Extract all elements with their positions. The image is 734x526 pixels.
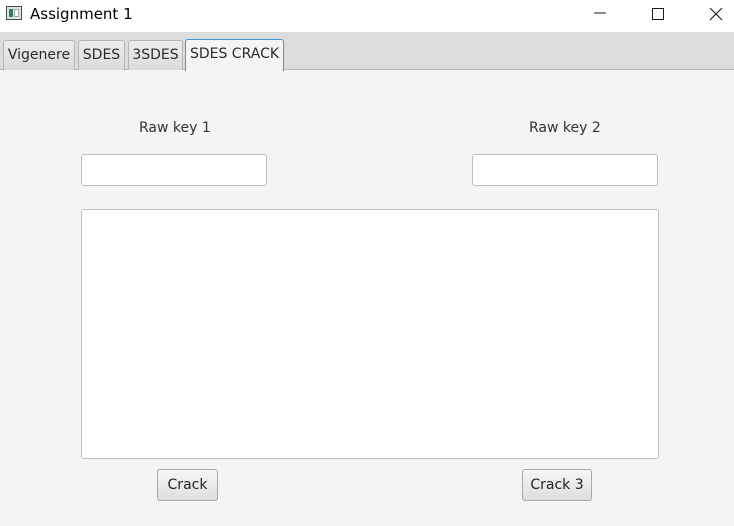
crack-button[interactable]: Crack	[157, 469, 218, 501]
title-bar: Assignment 1	[0, 0, 734, 32]
raw-key-2-input[interactable]	[472, 154, 658, 186]
maximize-icon	[652, 8, 664, 20]
tab-sdes[interactable]: SDES	[78, 40, 125, 70]
tab-sdes-crack[interactable]: SDES CRACK	[185, 39, 284, 71]
tab-vigenere[interactable]: Vigenere	[3, 40, 75, 70]
raw-key-1-input[interactable]	[81, 154, 267, 186]
crack-3-button[interactable]: Crack 3	[522, 469, 592, 501]
close-icon	[709, 8, 723, 21]
tab-bar: Vigenere SDES 3SDES SDES CRACK	[0, 32, 734, 71]
raw-key-2-label: Raw key 2	[529, 120, 601, 136]
maximize-button[interactable]	[635, 0, 681, 30]
output-textarea[interactable]	[81, 209, 659, 459]
minimize-icon	[594, 12, 606, 14]
tab-3sdes[interactable]: 3SDES	[128, 40, 183, 70]
window-title: Assignment 1	[30, 5, 133, 23]
app-window-icon	[6, 6, 22, 20]
close-button[interactable]	[693, 0, 734, 30]
raw-key-1-label: Raw key 1	[139, 120, 211, 136]
minimize-button[interactable]	[577, 0, 623, 30]
